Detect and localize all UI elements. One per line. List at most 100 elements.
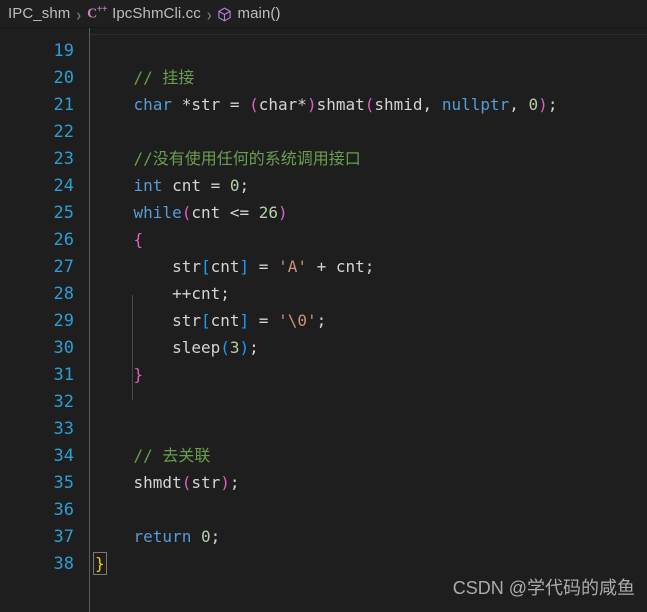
line-number-36: 36 (53, 499, 74, 520)
cpp-file-icon-plusplus: ++ (96, 4, 108, 16)
token: ( (249, 95, 259, 114)
chevron-right-icon-2: › (206, 3, 212, 24)
line-number-25: 25 (53, 202, 74, 223)
token: ) (306, 95, 317, 114)
code-editor[interactable]: 19 20 // 挂接 21 char *str = (char*)shmat(sh… (0, 28, 647, 612)
breadcrumb-item-file[interactable]: C++ IpcShmCli.cc (87, 0, 201, 27)
token: ; (547, 95, 558, 114)
token: nullptr (441, 95, 510, 114)
code-content-29: str[cnt] = '\0'; (95, 307, 326, 334)
token: } (93, 552, 107, 575)
code-content-25: while(cnt <= 26) (95, 199, 288, 226)
breadcrumb-symbol-label: main() (237, 5, 281, 22)
code-line-37[interactable]: 37 return 0; (0, 523, 647, 550)
token: ( (181, 473, 192, 492)
code-line-35[interactable]: 35 shmdt(str); (0, 469, 647, 496)
code-line-30[interactable]: 30 sleep(3); (0, 334, 647, 361)
cpp-file-icon: C++ (87, 4, 108, 23)
line-number-37: 37 (53, 526, 74, 547)
token: '\0' (278, 311, 317, 330)
code-content-23: //没有使用任何的系统调用接口 (95, 145, 361, 172)
code-line-32[interactable]: 32 (0, 388, 647, 415)
token: ; (239, 176, 250, 195)
code-line-24[interactable]: 24 int cnt = 0; (0, 172, 647, 199)
code-line-19[interactable]: 19 (0, 37, 647, 64)
code-line-34[interactable]: 34 // 去关联 (0, 442, 647, 469)
code-line-21[interactable]: 21 char *str = (char*)shmat(shmid, nullp… (0, 91, 647, 118)
code-line-22[interactable]: 22 (0, 118, 647, 145)
code-line-20[interactable]: 20 // 挂接 (0, 64, 647, 91)
token: cnt (210, 311, 240, 330)
token: shmid, (374, 95, 442, 114)
line-number-21: 21 (53, 94, 74, 115)
token: cnt = (162, 176, 230, 195)
token: char* (258, 95, 307, 114)
code-line-33[interactable]: 33 (0, 415, 647, 442)
code-line-31[interactable]: 31 } (0, 361, 647, 388)
token: , (509, 95, 529, 114)
code-line-26[interactable]: 26 { (0, 226, 647, 253)
token: + cnt; (306, 257, 375, 276)
token: ( (364, 95, 375, 114)
breadcrumb: IPC_shm › C++ IpcShmCli.cc › main() (0, 0, 647, 28)
breadcrumb-project-label: IPC_shm (8, 5, 71, 22)
code-content-20: // 挂接 (95, 64, 195, 91)
token: 0 (229, 176, 240, 195)
token: } (133, 365, 144, 384)
token: { (133, 230, 144, 249)
token: ; (210, 527, 221, 546)
code-content-21: char *str = (char*)shmat(shmid, nullptr,… (95, 91, 558, 118)
token: = (249, 257, 279, 276)
code-content-24: int cnt = 0; (95, 172, 250, 199)
token: ) (220, 473, 230, 492)
token: // 挂接 (133, 68, 195, 87)
code-content-27: str[cnt] = 'A' + cnt; (95, 253, 374, 280)
code-line-28[interactable]: 28 ++cnt; (0, 280, 647, 307)
code-content-35: shmdt(str); (95, 469, 240, 496)
token: ] (239, 311, 250, 330)
token: cnt <= (191, 203, 259, 222)
token: int (133, 176, 163, 195)
token: sleep (172, 338, 221, 357)
token: //没有使用任何的系统调用接口 (133, 149, 361, 168)
token: while (133, 203, 182, 222)
code-line-36[interactable]: 36 (0, 496, 647, 523)
token: ; (249, 338, 259, 357)
breadcrumb-item-symbol[interactable]: main() (217, 0, 280, 27)
code-content-38: } (93, 550, 107, 577)
token: ) (538, 95, 548, 114)
line-number-24: 24 (53, 175, 74, 196)
line-number-26: 26 (53, 229, 74, 250)
token: ; (229, 473, 240, 492)
token: str (191, 473, 221, 492)
token: [ (200, 257, 211, 276)
code-line-25[interactable]: 25 while(cnt <= 26) (0, 199, 647, 226)
code-content-37: return 0; (95, 523, 221, 550)
token: ( (181, 203, 192, 222)
code-line-27[interactable]: 27 str[cnt] = 'A' + cnt; (0, 253, 647, 280)
code-line-23[interactable]: 23 //没有使用任何的系统调用接口 (0, 145, 647, 172)
token: return (133, 527, 192, 546)
line-number-20: 20 (53, 67, 74, 88)
token: 3 (229, 338, 240, 357)
code-line-29[interactable]: 29 str[cnt] = '\0'; (0, 307, 647, 334)
line-number-19: 19 (53, 40, 74, 61)
token: [ (200, 311, 211, 330)
token: char (133, 95, 173, 114)
token: ) (239, 338, 250, 357)
line-number-27: 27 (53, 256, 74, 277)
line-number-23: 23 (53, 148, 74, 169)
token: ( (220, 338, 230, 357)
breadcrumb-item-project[interactable]: IPC_shm (8, 0, 70, 27)
code-line-38[interactable]: 38} (0, 550, 647, 577)
